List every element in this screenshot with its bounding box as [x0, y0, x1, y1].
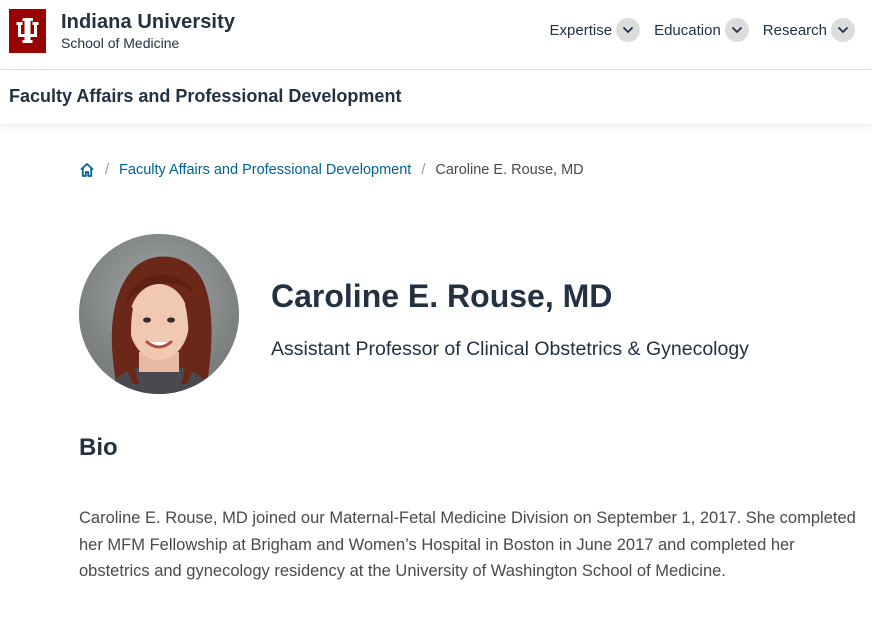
- brand-title[interactable]: Indiana University: [61, 11, 235, 33]
- profile-photo: [79, 234, 239, 394]
- breadcrumb-current: Caroline E. Rouse, MD: [435, 162, 584, 178]
- bio-text: Caroline E. Rouse, MD joined our Materna…: [79, 509, 856, 580]
- chevron-down-icon[interactable]: [616, 18, 641, 42]
- brand-subtitle[interactable]: School of Medicine: [61, 34, 235, 52]
- nav-expertise-label[interactable]: Expertise: [550, 22, 613, 39]
- site-header: Indiana University School of Medicine Ex…: [0, 0, 872, 70]
- profile-title: Assistant Professor of Clinical Obstetri…: [271, 338, 749, 360]
- iu-logo[interactable]: [9, 9, 46, 53]
- profile-name: Caroline E. Rouse, MD: [271, 278, 613, 314]
- iu-trident-icon: [16, 18, 38, 43]
- brand[interactable]: Indiana University School of Medicine: [61, 11, 235, 52]
- breadcrumb-link-faculty-affairs[interactable]: Faculty Affairs and Professional Develop…: [119, 162, 411, 178]
- breadcrumb: / Faculty Affairs and Professional Devel…: [79, 162, 584, 178]
- nav-research[interactable]: Research: [763, 18, 855, 42]
- nav-expertise[interactable]: Expertise: [550, 18, 641, 42]
- site-title-bar: Faculty Affairs and Professional Develop…: [0, 70, 872, 124]
- breadcrumb-separator: /: [105, 162, 110, 178]
- nav-education[interactable]: Education: [654, 18, 749, 42]
- bio-heading: Bio: [79, 434, 118, 461]
- site-title[interactable]: Faculty Affairs and Professional Develop…: [9, 86, 401, 107]
- home-icon[interactable]: [79, 162, 95, 178]
- nav-research-label[interactable]: Research: [763, 22, 827, 39]
- main-nav: Expertise Education Research: [550, 18, 855, 42]
- chevron-down-icon[interactable]: [724, 18, 749, 42]
- nav-education-label[interactable]: Education: [654, 22, 721, 39]
- breadcrumb-separator: /: [421, 162, 426, 178]
- chevron-down-icon[interactable]: [831, 18, 855, 42]
